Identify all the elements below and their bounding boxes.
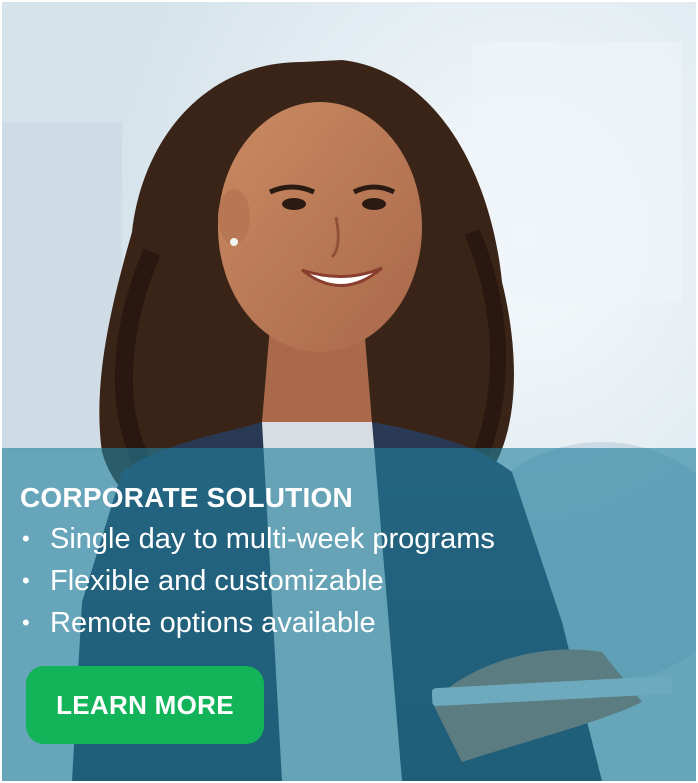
bullet-icon: •: [22, 526, 30, 551]
list-item: • Remote options available: [22, 602, 495, 644]
learn-more-button[interactable]: LEARN MORE: [26, 666, 264, 744]
list-item-text: Flexible and customizable: [50, 565, 384, 597]
list-item: • Single day to multi-week programs: [22, 518, 495, 560]
bullet-icon: •: [22, 610, 30, 635]
list-item-text: Remote options available: [50, 607, 376, 639]
list-item: • Flexible and customizable: [22, 560, 495, 602]
bullet-icon: •: [22, 568, 30, 593]
list-item-text: Single day to multi-week programs: [50, 523, 495, 555]
headline: CORPORATE SOLUTION: [20, 482, 353, 513]
feature-list: • Single day to multi-week programs • Flex…: [22, 518, 495, 644]
promo-card: CORPORATE SOLUTION • Single day to multi-…: [0, 0, 698, 783]
